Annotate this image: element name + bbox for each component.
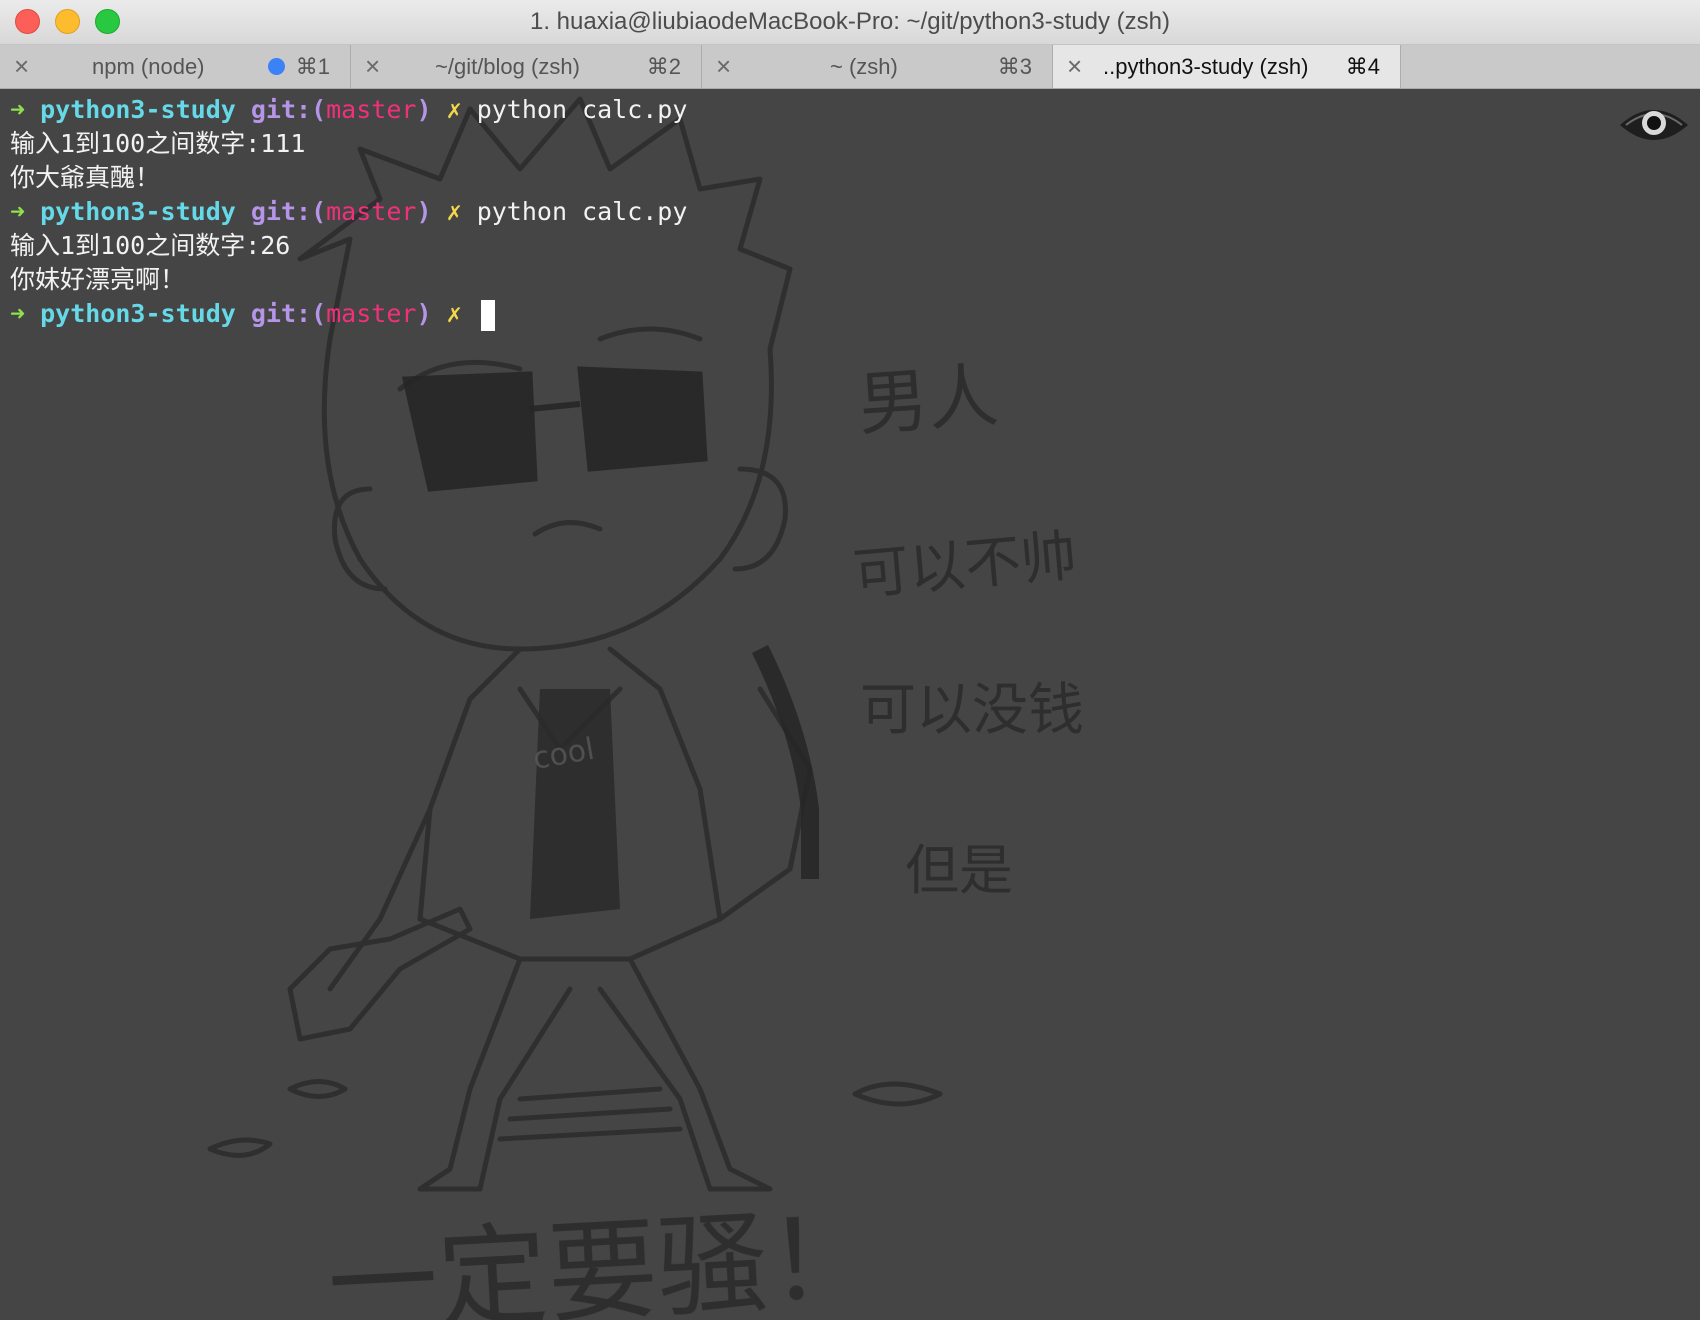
dirty-indicator: ✗ <box>446 197 462 226</box>
tab-shortcut: ⌘1 <box>295 54 330 79</box>
tab-label: ~/git/blog (zsh) <box>435 54 580 79</box>
git-suffix: ) <box>416 197 432 226</box>
output-line: 你妹好漂亮啊！ <box>10 265 186 294</box>
git-branch: master <box>326 299 417 328</box>
prompt-arrow-icon: ➜ <box>10 95 26 124</box>
prompt-line: ➜ python3-study git:(master) ✗ python ca… <box>10 195 687 229</box>
tab-close-icon[interactable]: × <box>716 45 731 88</box>
terminal-area[interactable]: 男人 可以不帅 可以没钱 但是 一定要骚！ cool ➜ python3-stu… <box>0 89 1700 1320</box>
tab-label: ~ (zsh) <box>830 54 898 79</box>
art-text-not-handsome: 可以不帅 <box>851 524 1080 608</box>
art-text-must: 一定要骚！ <box>325 1193 881 1320</box>
tab-home[interactable]: × ~ (zsh) ⌘3 <box>702 45 1053 88</box>
tab-shortcut: ⌘2 <box>646 54 681 79</box>
tab-shortcut: ⌘3 <box>997 54 1032 79</box>
tab-npm[interactable]: × npm (node) ⌘1 <box>0 45 351 88</box>
prompt-directory: python3-study <box>40 197 236 226</box>
tab-blog[interactable]: × ~/git/blog (zsh) ⌘2 <box>351 45 702 88</box>
command-text: python calc.py <box>476 95 688 124</box>
prompt-directory: python3-study <box>40 95 236 124</box>
art-text-no-money: 可以没钱 <box>860 678 1084 743</box>
command-text: python calc.py <box>476 197 688 226</box>
tab-bar: × npm (node) ⌘1 × ~/git/blog (zsh) ⌘2 × … <box>0 45 1700 89</box>
terminal-window: 1. huaxia@liubiaodeMacBook-Pro: ~/git/py… <box>0 0 1700 1320</box>
art-text-but: 但是 <box>905 839 1013 902</box>
git-branch: master <box>326 197 417 226</box>
title-bar: 1. huaxia@liubiaodeMacBook-Pro: ~/git/py… <box>0 0 1700 45</box>
git-prefix: git:( <box>250 299 327 328</box>
git-suffix: ) <box>416 95 432 124</box>
window-title: 1. huaxia@liubiaodeMacBook-Pro: ~/git/py… <box>529 8 1171 35</box>
tab-label: npm (node) <box>92 54 205 79</box>
eye-icon[interactable] <box>1618 103 1690 147</box>
tab-close-icon[interactable]: × <box>14 45 29 88</box>
prompt-arrow-icon: ➜ <box>10 197 26 226</box>
git-prefix: git:( <box>250 197 327 226</box>
tab-shortcut: ⌘4 <box>1345 54 1380 79</box>
tab-label: ..python3-study (zsh) <box>1103 54 1309 79</box>
prompt-arrow-icon: ➜ <box>10 299 26 328</box>
art-text-men: 男人 <box>855 354 1000 446</box>
output-line: 你大爺真醜！ <box>10 163 161 192</box>
dirty-indicator: ✗ <box>446 95 462 124</box>
prompt-line-current[interactable]: ➜ python3-study git:(master) ✗ <box>10 297 687 331</box>
output-line: 输入1到100之间数字:26 <box>10 231 291 260</box>
tab-python3-study[interactable]: × ..python3-study (zsh) ⌘4 <box>1053 45 1401 88</box>
activity-indicator-icon <box>268 58 285 75</box>
prompt-directory: python3-study <box>40 299 236 328</box>
git-branch: master <box>326 95 417 124</box>
terminal-output: ➜ python3-study git:(master) ✗ python ca… <box>10 93 687 331</box>
text-cursor[interactable] <box>480 299 495 331</box>
tab-close-icon[interactable]: × <box>365 45 380 88</box>
prompt-line: ➜ python3-study git:(master) ✗ python ca… <box>10 93 687 127</box>
tab-close-icon[interactable]: × <box>1067 45 1082 88</box>
git-prefix: git:( <box>250 95 327 124</box>
output-line: 输入1到100之间数字:111 <box>10 129 306 158</box>
dirty-indicator: ✗ <box>446 299 462 328</box>
git-suffix: ) <box>416 299 432 328</box>
